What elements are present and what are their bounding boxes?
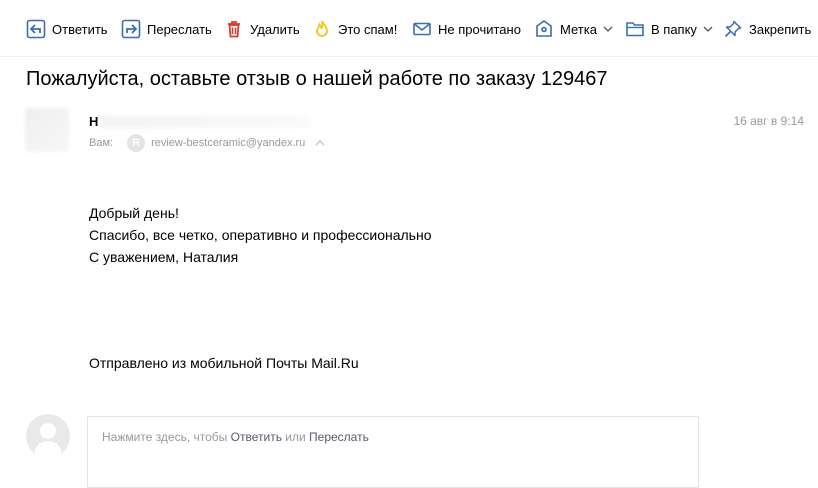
- label-label: Метка: [560, 21, 597, 37]
- reply-button[interactable]: Ответить: [26, 17, 108, 41]
- envelope-icon: [413, 22, 431, 36]
- hint-or: или: [281, 430, 310, 444]
- move-to-folder-dropdown[interactable]: В папку: [625, 17, 713, 41]
- label-dropdown[interactable]: Метка: [534, 17, 613, 41]
- sender-name-redacted: [100, 116, 310, 128]
- recipient-avatar: R: [127, 134, 146, 152]
- pin-button[interactable]: Закрепить: [723, 17, 811, 41]
- unread-label: Не прочитано: [438, 21, 521, 37]
- message-body: Добрый день! Спасибо, все четко, операти…: [89, 202, 431, 268]
- sender-avatar: [25, 108, 69, 152]
- body-line: С уважением, Наталия: [89, 249, 239, 265]
- trash-icon: [228, 21, 240, 38]
- quick-reply-link[interactable]: Ответить: [231, 430, 282, 444]
- chevron-down-icon: [703, 26, 713, 32]
- hint-prefix: Нажмите здесь, чтобы: [102, 430, 231, 444]
- folder-icon: [626, 22, 644, 37]
- folder-label: В папку: [651, 21, 697, 37]
- user-silhouette-icon: [34, 423, 62, 458]
- to-label: Вам:: [89, 137, 114, 149]
- chevron-up-icon[interactable]: [315, 138, 325, 148]
- tag-icon: [536, 20, 552, 37]
- reply-arrow-icon: [26, 19, 46, 39]
- forward-button[interactable]: Переслать: [121, 17, 212, 41]
- message-subject: Пожалуйста, оставьте отзыв о нашей работ…: [26, 68, 608, 90]
- flame-icon: [316, 20, 328, 37]
- user-avatar: [26, 414, 70, 458]
- reply-label: Ответить: [52, 21, 108, 37]
- forward-arrow-icon: [121, 19, 141, 39]
- pin-label: Закрепить: [749, 21, 812, 37]
- body-line: Спасибо, все четко, оперативно и професс…: [89, 227, 432, 243]
- mobile-signature: Отправлено из мобильной Почты Mail.Ru: [89, 355, 359, 371]
- forward-label: Переслать: [147, 21, 212, 37]
- delete-button[interactable]: Удалить: [224, 17, 300, 41]
- mark-unread-button[interactable]: Не прочитано: [412, 17, 521, 41]
- chevron-down-icon: [603, 26, 613, 32]
- message-toolbar: Ответить Переслать Удалить Это спам! Не …: [0, 0, 818, 57]
- delete-label: Удалить: [250, 21, 300, 37]
- recipient-row: Вам: R review-bestceramic@yandex.ru: [89, 134, 325, 152]
- pin-icon: [724, 20, 742, 38]
- quick-forward-link[interactable]: Переслать: [309, 430, 369, 444]
- spam-button[interactable]: Это спам!: [312, 17, 397, 41]
- sender-name[interactable]: Н: [89, 114, 98, 129]
- message-date: 16 авг в 9:14: [733, 114, 804, 128]
- body-line: Добрый день!: [89, 205, 179, 221]
- quick-reply-hint: Нажмите здесь, чтобы Ответить или Пересл…: [102, 430, 369, 444]
- spam-label: Это спам!: [338, 21, 398, 37]
- recipient-email[interactable]: review-bestceramic@yandex.ru: [151, 137, 305, 149]
- quick-reply-box[interactable]: Нажмите здесь, чтобы Ответить или Пересл…: [87, 416, 699, 488]
